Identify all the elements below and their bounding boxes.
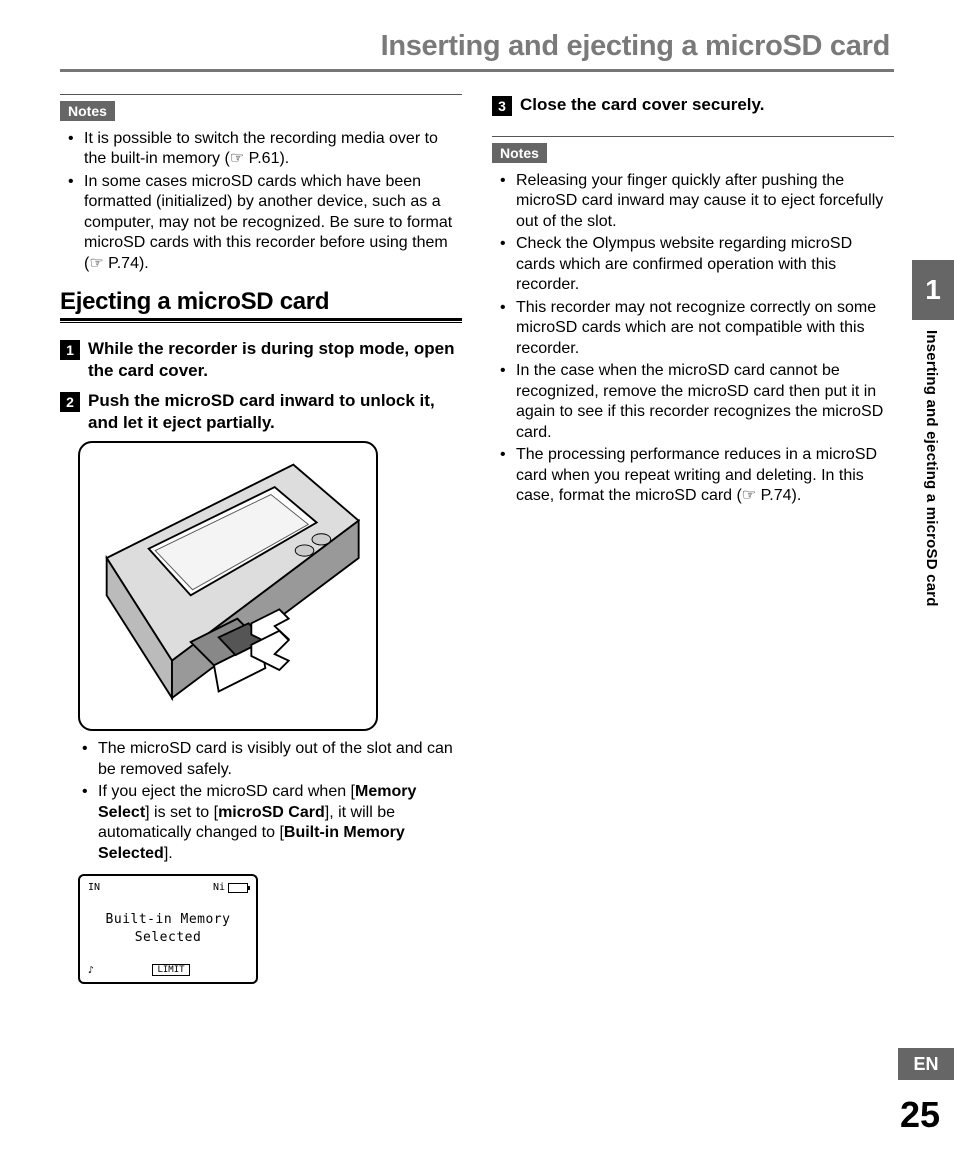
lcd-bottom-left: ♪ — [88, 965, 94, 976]
manual-page: Inserting and ejecting a microSD card No… — [0, 0, 954, 1158]
note-text: It is possible to switch the recording m… — [84, 130, 438, 167]
step-number-badge: 3 — [492, 96, 512, 116]
lcd-line1: Built-in Memory — [88, 911, 248, 929]
note-item: Check the Olympus website regarding micr… — [496, 234, 894, 295]
chapter-number: 1 — [925, 274, 941, 306]
step-2: 2 Push the microSD card inward to unlock… — [60, 390, 462, 434]
note-text: Check the Olympus website regarding micr… — [516, 235, 852, 293]
step-text: Push the microSD card inward to unlock i… — [88, 390, 462, 434]
step-text: While the recorder is during stop mode, … — [88, 338, 462, 382]
lcd-limit-badge: LIMIT — [152, 964, 189, 976]
left-column: Notes It is possible to switch the recor… — [60, 94, 462, 992]
note-text: In some cases microSD cards which have b… — [84, 173, 452, 272]
language-badge: EN — [898, 1048, 954, 1080]
note-item: In some cases microSD cards which have b… — [64, 172, 462, 274]
step-number-badge: 2 — [60, 392, 80, 412]
note-item: Releasing your finger quickly after push… — [496, 171, 894, 232]
notes-list-right: Releasing your finger quickly after push… — [492, 171, 894, 507]
list-text: The microSD card is visibly out of the s… — [98, 740, 453, 777]
notes-top-rule — [60, 94, 462, 95]
note-text: Releasing your finger quickly after push… — [516, 172, 883, 230]
list-item: The microSD card is visibly out of the s… — [78, 739, 462, 780]
language-code: EN — [913, 1054, 938, 1075]
step-1: 1 While the recorder is during stop mode… — [60, 338, 462, 382]
notes-list-left: It is possible to switch the recording m… — [60, 129, 462, 274]
battery-icon — [228, 883, 248, 893]
section-heading: Ejecting a microSD card — [60, 288, 462, 316]
note-text: The processing performance reduces in a … — [516, 446, 877, 504]
step-text: Close the card cover securely. — [520, 94, 764, 116]
lcd-top-row: IN Ni — [88, 882, 248, 893]
chapter-tab: 1 — [912, 260, 954, 320]
lcd-line2: Selected — [88, 929, 248, 947]
lcd-bottom-row: ♪ LIMIT — [88, 964, 248, 976]
post-illustration-list: The microSD card is visibly out of the s… — [60, 739, 462, 864]
note-item: It is possible to switch the recording m… — [64, 129, 462, 170]
section-rule — [60, 318, 462, 324]
note-text: This recorder may not recognize correctl… — [516, 299, 876, 357]
step-3: 3 Close the card cover securely. — [492, 94, 894, 116]
lcd-screen-illustration: IN Ni Built-in Memory Selected ♪ LIMIT — [78, 874, 258, 984]
lcd-top-left: IN — [88, 882, 100, 893]
lcd-message: Built-in Memory Selected — [88, 911, 248, 946]
lcd-top-right-label: Ni — [213, 882, 225, 893]
list-item: If you eject the microSD card when [Memo… — [78, 782, 462, 864]
note-item: The processing performance reduces in a … — [496, 445, 894, 506]
note-text: In the case when the microSD card cannot… — [516, 362, 883, 440]
chapter-side-label: Inserting and ejecting a microSD card — [923, 330, 940, 607]
notes-top-rule — [492, 136, 894, 137]
page-title: Inserting and ejecting a microSD card — [60, 30, 894, 63]
step-number-badge: 1 — [60, 340, 80, 360]
notes-label: Notes — [60, 101, 115, 121]
list-text: If you eject the microSD card when [Memo… — [98, 783, 416, 861]
right-column: 3 Close the card cover securely. Notes R… — [492, 94, 894, 992]
notes-label: Notes — [492, 143, 547, 163]
title-rule — [60, 69, 894, 72]
columns: Notes It is possible to switch the recor… — [60, 94, 894, 992]
device-svg — [88, 451, 368, 721]
page-number: 25 — [900, 1094, 940, 1136]
note-item: This recorder may not recognize correctl… — [496, 298, 894, 359]
device-illustration — [78, 441, 378, 731]
note-item: In the case when the microSD card cannot… — [496, 361, 894, 443]
